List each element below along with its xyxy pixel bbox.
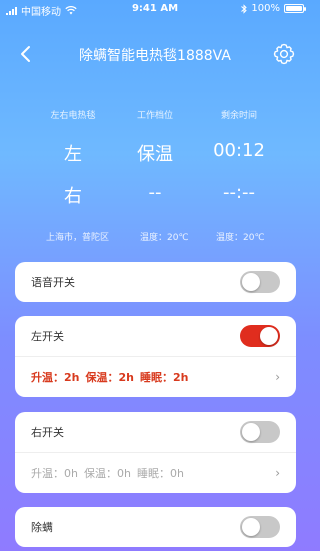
right-switch-label: 右开关 — [31, 426, 64, 439]
mite-row: 除螨 — [15, 507, 296, 547]
mite-label: 除螨 — [31, 521, 53, 534]
row2-side: 右 — [64, 186, 82, 207]
voice-toggle[interactable] — [240, 271, 280, 293]
left-switch-row: 左开关 — [15, 316, 296, 356]
left-keep-time: 保温：2h — [85, 371, 135, 384]
left-up-time: 升温：2h — [31, 371, 80, 384]
right-detail-row[interactable]: 升温：0h 保温：0h 睡眠：0h › — [15, 453, 296, 493]
right-keep-time: 保温：0h — [83, 467, 131, 480]
location-text: 上海市，普陀区 — [46, 233, 110, 243]
row1-remaining: 00:12 — [213, 140, 265, 161]
mite-toggle[interactable] — [240, 516, 280, 538]
right-detail: 升温：0h 保温：0h 睡眠：0h — [31, 465, 184, 481]
chevron-right-icon: › — [275, 370, 280, 384]
left-switch-card: 左开关 升温：2h 保温：2h 睡眠：2h › — [15, 316, 296, 397]
temperature-1: 温度：20℃ — [140, 233, 189, 243]
row1-side: 左 — [64, 144, 82, 165]
nav-bar: 除螨智能电热毯1888VA — [0, 38, 310, 70]
voice-label: 语音开关 — [31, 276, 75, 289]
status-right: 100% — [241, 3, 306, 14]
chevron-right-icon: › — [275, 466, 280, 480]
left-switch-label: 左开关 — [31, 330, 64, 343]
side-label: 左右电热毯 — [50, 111, 96, 121]
left-detail-row[interactable]: 升温：2h 保温：2h 睡眠：2h › — [15, 357, 296, 397]
right-switch-toggle[interactable] — [240, 421, 280, 443]
left-switch-toggle[interactable] — [240, 325, 280, 347]
page-title: 除螨智能电热毯1888VA — [79, 48, 231, 64]
voice-row: 语音开关 — [15, 262, 296, 302]
left-sleep-time: 睡眠：2h — [140, 371, 189, 384]
mode-label: 工作档位 — [136, 111, 173, 121]
right-switch-row: 右开关 — [15, 412, 296, 452]
remaining-label: 剩余时间 — [220, 111, 257, 121]
right-up-time: 升温：0h — [31, 467, 78, 480]
battery-percent: 100% — [251, 3, 280, 14]
status-bar: 中国移动 9:41 AM 100% — [0, 0, 310, 18]
temperature-2: 温度：20℃ — [216, 233, 265, 243]
right-switch-card: 右开关 升温：0h 保温：0h 睡眠：0h › — [15, 412, 296, 493]
voice-card: 语音开关 — [15, 262, 296, 302]
row1-mode: 保温 — [137, 144, 173, 165]
mite-card: 除螨 — [15, 507, 296, 547]
battery-icon — [284, 4, 306, 13]
bluetooth-icon — [241, 3, 248, 14]
row2-mode: -- — [148, 182, 162, 203]
right-sleep-time: 睡眠：0h — [136, 467, 184, 480]
row2-remaining: --:-- — [222, 182, 256, 203]
left-detail: 升温：2h 保温：2h 睡眠：2h — [31, 369, 189, 385]
settings-gear-icon[interactable] — [272, 42, 296, 66]
